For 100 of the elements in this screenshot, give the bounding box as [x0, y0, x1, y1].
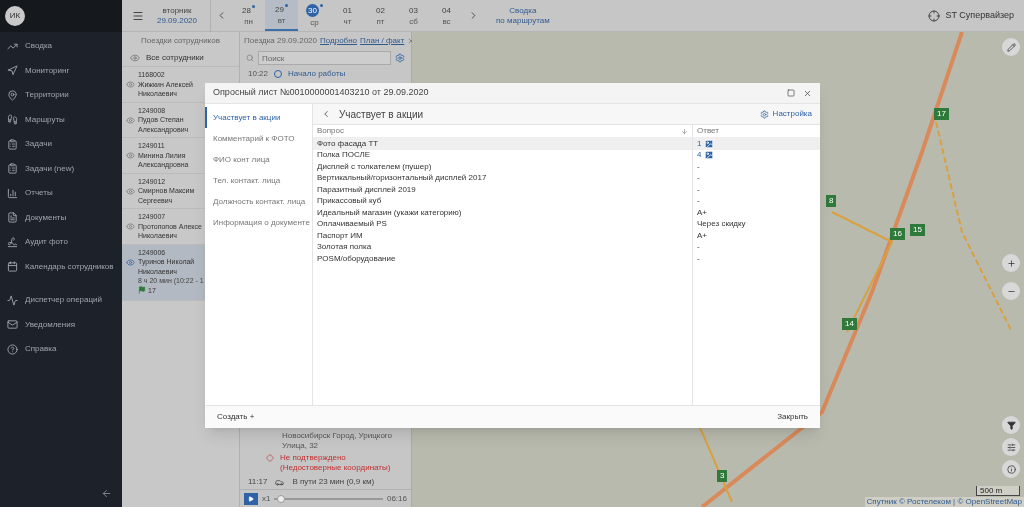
answer-cell-text: А+ [696, 207, 708, 219]
playback-slider[interactable] [274, 494, 383, 503]
route-summary-link[interactable]: Сводка по маршрутам [496, 5, 550, 26]
eye-icon[interactable] [126, 257, 135, 267]
user-name[interactable]: ST Супервайзер [945, 8, 1014, 23]
playback-thumb[interactable] [277, 494, 286, 503]
flag-icon [138, 286, 146, 295]
photo-gallery-icon[interactable] [704, 138, 715, 149]
map-flag-marker[interactable]: 16 [890, 228, 905, 240]
bar-chart-icon [7, 187, 18, 199]
answer-cell-text: - [696, 161, 701, 173]
panel-title: Поездки сотрудников [141, 34, 220, 47]
nav-item[interactable]: Календарь сотрудников [0, 254, 122, 279]
edit-button[interactable] [1002, 38, 1020, 56]
play-icon [248, 495, 254, 502]
day-number: 29 [275, 3, 284, 15]
car-icon [275, 477, 285, 487]
day-tab[interactable]: 28 пн [232, 0, 265, 31]
column-header: Ответ [697, 125, 719, 137]
signature-icon [7, 236, 18, 248]
back-icon[interactable] [321, 109, 331, 119]
nav-item[interactable]: Маршруты [0, 107, 122, 132]
eye-icon[interactable] [126, 80, 135, 89]
map-flag-marker[interactable]: 3 [717, 470, 728, 482]
nav-item[interactable]: Мониторинг [0, 58, 122, 83]
sliders-icon [1006, 442, 1016, 452]
nav-item[interactable]: Уведомления [0, 312, 122, 337]
map-scale: 500 m [976, 486, 1020, 496]
map-flag-marker[interactable]: 14 [842, 318, 857, 330]
photo-gallery-icon[interactable] [704, 150, 715, 161]
map-flag-marker[interactable]: 17 [934, 108, 949, 120]
eye-icon[interactable] [126, 186, 135, 196]
create-button[interactable]: Создать + [217, 411, 255, 423]
eye-icon[interactable] [126, 222, 135, 231]
zoom-out-button[interactable] [1002, 282, 1020, 300]
eye-icon[interactable] [126, 115, 135, 125]
layers-settings-button[interactable] [1002, 438, 1020, 456]
nav-item[interactable]: Задачи [0, 132, 122, 157]
eye-icon[interactable] [126, 151, 135, 160]
plan-fact-link[interactable]: План / факт [360, 34, 405, 47]
answer-cell-text: А+ [696, 230, 708, 242]
settings-icon[interactable] [395, 53, 405, 63]
help-icon [7, 343, 18, 355]
photo-count-link[interactable]: 1 [697, 137, 702, 150]
date-label: 29.09.2020 [156, 15, 197, 26]
filter-icon [1006, 420, 1016, 430]
close-button[interactable]: Закрыть [777, 411, 808, 423]
photo-count-link[interactable]: 4 [697, 149, 702, 162]
map-flag-marker[interactable]: 8 [826, 195, 837, 207]
search-field[interactable]: Поиск [258, 51, 391, 65]
sort-arrow-icon[interactable] [681, 127, 688, 135]
nav-item[interactable]: Задачи (new) [0, 156, 122, 181]
collapse-arrow-icon[interactable] [101, 488, 112, 499]
play-button[interactable] [244, 492, 258, 505]
crosshair-icon[interactable] [927, 9, 940, 22]
map-attribution[interactable]: Спутник © Ростелеком | © OpenStreetMap [864, 497, 1024, 507]
day-tab[interactable]: 30 ср [298, 0, 331, 31]
column-header[interactable]: Вопрос [317, 125, 344, 137]
nav-item[interactable]: Отчеты [0, 181, 122, 206]
weekday-label: пт [376, 15, 385, 27]
nav-item[interactable]: Документы [0, 205, 122, 230]
nav-item[interactable]: Справка [0, 337, 122, 362]
playback-speed[interactable]: x1 [262, 492, 271, 505]
eye-icon[interactable] [130, 52, 140, 63]
details-link[interactable]: Подробно [320, 34, 358, 47]
map-flag-marker[interactable]: 15 [910, 224, 925, 236]
nav-item[interactable]: Аудит фото [0, 230, 122, 255]
question-cell-text: Полка ПОСЛЕ [316, 149, 372, 161]
weekday-label: вс [442, 15, 451, 27]
question-cell-text: POSM/оборудование [316, 253, 397, 265]
close-icon[interactable] [803, 88, 812, 98]
user-avatar[interactable]: ИК [5, 6, 25, 26]
section-title: Участвует в акции [339, 107, 424, 122]
day-tab[interactable]: 04 вс [430, 0, 463, 31]
event-link[interactable]: Начало работы [288, 68, 346, 80]
day-tab[interactable]: 01 чт [331, 0, 364, 31]
nav-item[interactable]: Сводка [0, 34, 122, 59]
settings-link[interactable]: Настройка [759, 108, 812, 120]
answer-cell-text: - [696, 241, 701, 253]
question-cell: Фото фасада ТТ [313, 138, 692, 150]
day-tab[interactable]: 29 вт [265, 0, 298, 31]
calendar-icon [7, 261, 18, 273]
day-tab[interactable]: 02 пт [364, 0, 397, 31]
nav-item[interactable]: Диспетчер операций [0, 288, 122, 313]
settings-icon [759, 109, 769, 119]
clipboard-icon [7, 163, 18, 175]
maximize-icon[interactable] [787, 89, 795, 97]
question-cell-text: Прикассовый куб [316, 195, 383, 207]
trip-title: Поездка 29.09.2020 [244, 34, 318, 47]
weekday-label: сб [409, 15, 418, 27]
answer-cell-text: Через скидку [696, 218, 747, 230]
nav-item[interactable]: Территории [0, 83, 122, 108]
zoom-in-button[interactable] [1002, 254, 1020, 272]
employee-row[interactable]: Все сотрудники [122, 49, 239, 67]
answer-cell-text: - [696, 184, 701, 196]
day-tab[interactable]: 03 сб [397, 0, 430, 31]
question-cell-text: Идеальный магазин (укажи категорию) [316, 207, 463, 219]
filter-button[interactable] [1002, 416, 1020, 434]
info-button[interactable] [1002, 460, 1020, 478]
menu-icon[interactable] [132, 9, 144, 22]
